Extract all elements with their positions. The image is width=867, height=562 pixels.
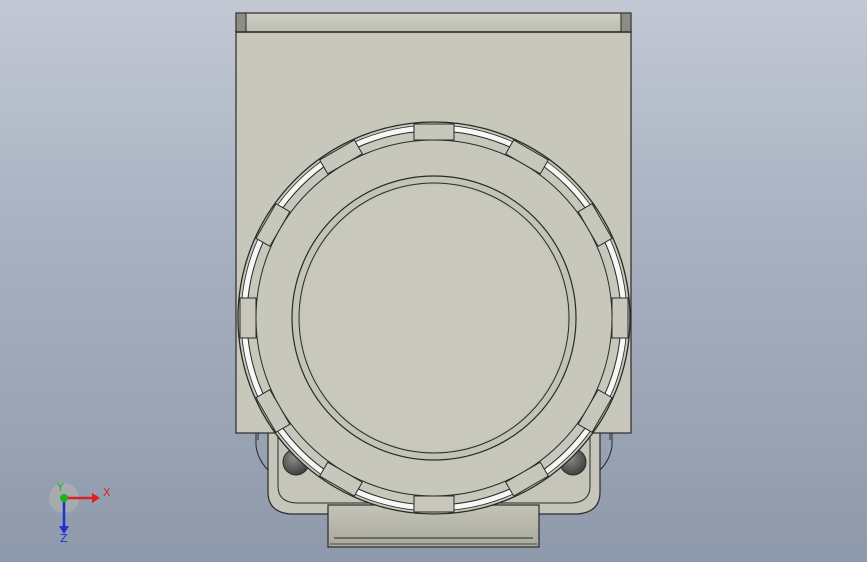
- ring-notch: [239, 297, 257, 339]
- inner-dial: [291, 175, 577, 461]
- cad-3d-viewport[interactable]: X Y Z: [0, 0, 867, 562]
- ring-notch: [413, 123, 455, 141]
- ring-notch: [413, 495, 455, 513]
- top-mounting-bar: [235, 12, 632, 33]
- y-axis-dot: [60, 494, 68, 502]
- cad-model-drawing: [235, 12, 632, 548]
- ring-notch: [611, 297, 629, 339]
- z-axis-label: Z: [60, 532, 68, 544]
- y-axis-label: Y: [56, 482, 64, 494]
- x-axis-label: X: [103, 486, 111, 499]
- x-arrowhead-icon: [92, 493, 100, 503]
- coordinate-triad: X Y Z: [48, 481, 118, 545]
